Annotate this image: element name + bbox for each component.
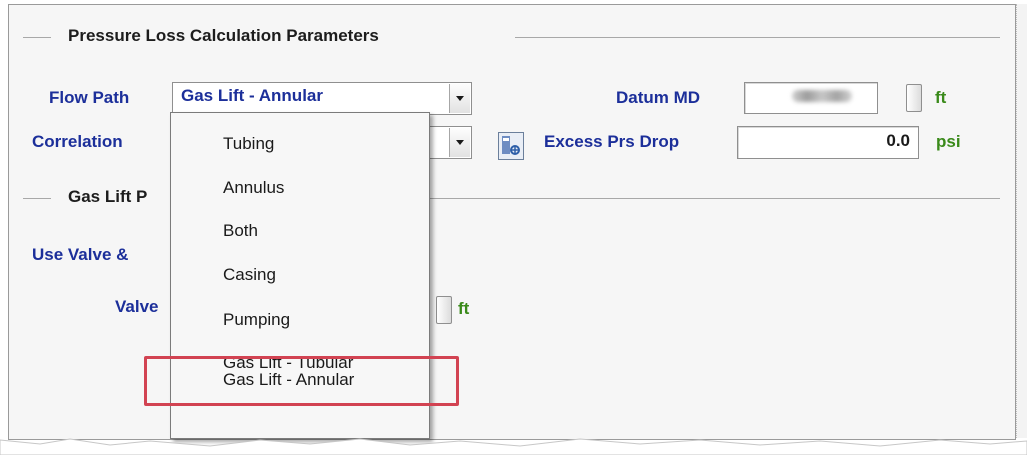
dropdown-item-casing[interactable]: Casing [223, 265, 276, 285]
selection-highlight [144, 356, 459, 406]
use-valve-label: Use Valve & [32, 245, 129, 264]
dropdown-item-both[interactable]: Both [223, 221, 258, 241]
redacted-value [792, 90, 852, 102]
datum-md-label: Datum MD [616, 88, 701, 107]
excess-prs-drop-field[interactable]: 0.0 [737, 126, 919, 159]
excess-prs-drop-label: Excess Prs Drop [544, 132, 680, 151]
torn-edge [0, 438, 1027, 455]
flow-path-value: Gas Lift - Annular [181, 86, 323, 105]
dropdown-item-pumping[interactable]: Pumping [223, 310, 290, 330]
right-edge [1016, 4, 1027, 438]
dropdown-item-annulus[interactable]: Annulus [223, 178, 284, 198]
chevron-down-icon[interactable] [449, 84, 470, 113]
excess-prs-drop-value: 0.0 [886, 131, 910, 150]
valve-label: Valve [115, 297, 159, 316]
group-divider [515, 37, 1000, 38]
group-divider [23, 37, 51, 38]
flow-path-label: Flow Path [49, 88, 130, 107]
correlation-label: Correlation [32, 132, 123, 151]
valve-unit-button[interactable] [436, 296, 452, 324]
excess-prs-drop-unit: psi [936, 132, 961, 151]
group-divider [429, 198, 1000, 199]
datum-md-unit: ft [935, 88, 947, 107]
flow-path-select[interactable]: Gas Lift - Annular [172, 82, 472, 115]
datum-md-unit-button[interactable] [906, 84, 922, 112]
group-divider [23, 198, 51, 199]
valve-unit: ft [458, 299, 470, 318]
section-title-gas-lift: Gas Lift P [68, 187, 148, 206]
section-title: Pressure Loss Calculation Parameters [68, 26, 379, 45]
dropdown-item-tubing[interactable]: Tubing [223, 134, 274, 154]
calculator-icon[interactable] [498, 132, 524, 160]
chevron-down-icon[interactable] [449, 128, 470, 157]
